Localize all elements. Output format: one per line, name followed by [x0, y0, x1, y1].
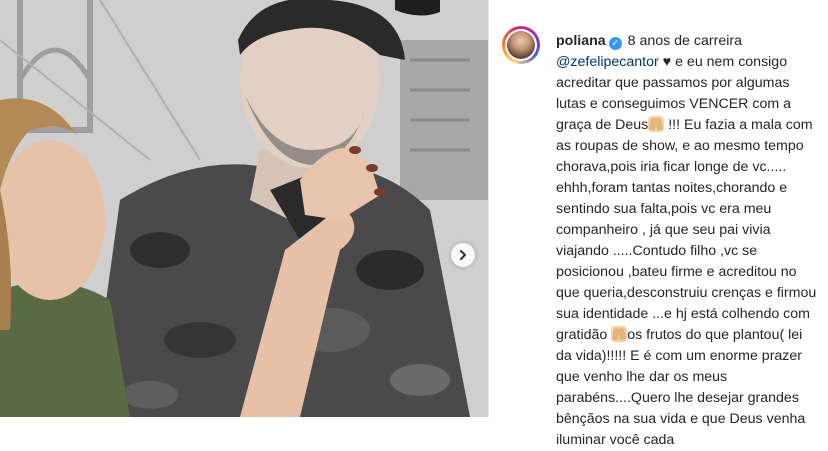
- post-photo: [0, 0, 488, 417]
- camo-patch: [390, 364, 450, 396]
- camo-patch: [122, 381, 178, 409]
- nail: [374, 188, 386, 196]
- carousel-next-button[interactable]: [451, 243, 475, 267]
- post-caption: poliana ✓ 8 anos de carreira @zefelipecan…: [556, 31, 818, 451]
- praying-hands-emoji-icon: [611, 326, 628, 342]
- photo-illustration: [0, 0, 488, 417]
- heart-icon: ♥: [662, 54, 672, 70]
- camo-patch: [164, 322, 236, 358]
- caption-segment2: !!! Eu fazia a mala com as roupas de sho…: [556, 117, 817, 343]
- camo-patch: [356, 250, 424, 290]
- caption-line1: 8 anos de carreira: [627, 33, 742, 49]
- camo-patch: [130, 232, 190, 268]
- avatar-image: [507, 31, 535, 59]
- woman-face: [0, 140, 105, 300]
- verified-badge-icon: ✓: [608, 37, 622, 50]
- username-link[interactable]: poliana: [556, 33, 606, 49]
- caption-segment3: os frutos do que plantou( lei da vida)!!…: [556, 327, 806, 448]
- nail: [366, 164, 378, 172]
- avatar[interactable]: [502, 26, 540, 64]
- chevron-right-icon: [460, 250, 466, 260]
- mention-link[interactable]: @zefelipecantor: [556, 54, 659, 70]
- praying-hands-emoji-icon: [648, 116, 665, 132]
- nail: [349, 146, 361, 154]
